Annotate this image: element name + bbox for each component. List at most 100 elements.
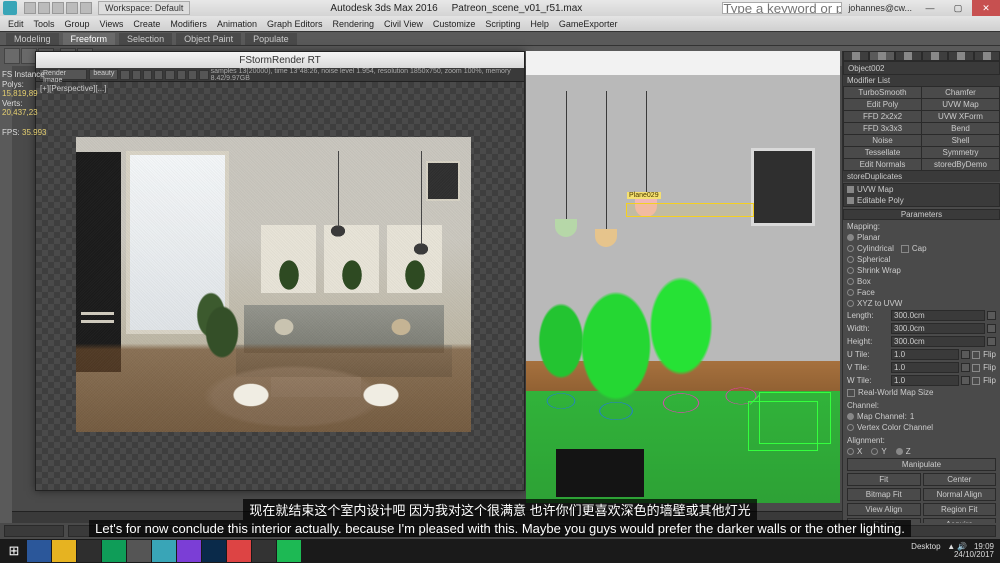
menu-civilview[interactable]: Civil View bbox=[384, 19, 423, 29]
btn-viewalign[interactable]: View Align bbox=[847, 503, 921, 516]
btn-regionfit[interactable]: Region Fit bbox=[923, 503, 997, 516]
render-tool-btn[interactable] bbox=[120, 70, 129, 80]
menu-help[interactable]: Help bbox=[530, 19, 549, 29]
task-icon[interactable] bbox=[177, 540, 201, 562]
menu-grapheditors[interactable]: Graph Editors bbox=[267, 19, 323, 29]
vtile-value[interactable]: 1.0 bbox=[891, 362, 959, 373]
ribbon-tab-selection[interactable]: Selection bbox=[119, 33, 172, 45]
user-menu[interactable]: johannes@cw... bbox=[848, 3, 912, 13]
menu-rendering[interactable]: Rendering bbox=[333, 19, 375, 29]
utile-value[interactable]: 1.0 bbox=[891, 349, 959, 360]
qat-btn[interactable] bbox=[80, 2, 92, 14]
chk-realworld[interactable] bbox=[847, 389, 855, 397]
btn-fit[interactable]: Fit bbox=[847, 473, 921, 486]
close-button[interactable]: ✕ bbox=[972, 0, 1000, 16]
render-title[interactable]: FStormRender RT bbox=[36, 52, 524, 68]
spinner-icon[interactable] bbox=[961, 363, 970, 372]
mod-btn[interactable]: UVW Map bbox=[922, 99, 999, 110]
tab-create[interactable] bbox=[843, 51, 869, 61]
workspace-selector[interactable]: Workspace: Default bbox=[98, 1, 190, 15]
radio-cylindrical[interactable] bbox=[847, 245, 854, 252]
radio-planar[interactable] bbox=[847, 234, 854, 241]
ribbon-tab-objectpaint[interactable]: Object Paint bbox=[176, 33, 241, 45]
rollout-parameters[interactable]: Parameters bbox=[843, 209, 1000, 220]
menu-modifiers[interactable]: Modifiers bbox=[170, 19, 207, 29]
btn-normalalign[interactable]: Normal Align bbox=[923, 488, 997, 501]
task-icon[interactable] bbox=[277, 540, 301, 562]
tab-display[interactable] bbox=[948, 51, 974, 61]
menu-gameexporter[interactable]: GameExporter bbox=[559, 19, 618, 29]
task-icon[interactable] bbox=[202, 540, 226, 562]
menu-scripting[interactable]: Scripting bbox=[485, 19, 520, 29]
qat-btn[interactable] bbox=[24, 2, 36, 14]
object-name-field[interactable]: Object002 bbox=[843, 61, 1000, 75]
mod-btn[interactable]: FFD 3x3x3 bbox=[844, 123, 921, 134]
mod-btn[interactable]: Chamfer bbox=[922, 87, 999, 98]
render-tool-btn[interactable] bbox=[188, 70, 197, 80]
chk-flip[interactable] bbox=[972, 364, 980, 372]
mod-btn[interactable]: Symmetry bbox=[922, 147, 999, 158]
render-tool-btn[interactable] bbox=[199, 70, 208, 80]
visibility-icon[interactable] bbox=[847, 186, 854, 193]
mod-btn[interactable]: Bend bbox=[922, 123, 999, 134]
task-icon[interactable] bbox=[102, 540, 126, 562]
radio-vcc[interactable] bbox=[847, 424, 854, 431]
status-field[interactable] bbox=[68, 525, 128, 537]
task-icon[interactable] bbox=[227, 540, 251, 562]
qat-btn[interactable] bbox=[66, 2, 78, 14]
mod-btn[interactable]: Edit Normals bbox=[844, 159, 921, 170]
render-pass-select[interactable]: beauty bbox=[89, 69, 118, 80]
stack-item[interactable]: Editable Poly bbox=[857, 196, 904, 205]
radio-box[interactable] bbox=[847, 278, 854, 285]
menu-customize[interactable]: Customize bbox=[433, 19, 476, 29]
mod-btn[interactable]: Tessellate bbox=[844, 147, 921, 158]
width-value[interactable]: 300.0cm bbox=[891, 323, 985, 334]
status-field[interactable] bbox=[4, 525, 64, 537]
radio-mapchannel[interactable] bbox=[847, 413, 854, 420]
menu-tools[interactable]: Tools bbox=[34, 19, 55, 29]
qat-btn[interactable] bbox=[38, 2, 50, 14]
length-value[interactable]: 300.0cm bbox=[891, 310, 985, 321]
wireframe-object[interactable] bbox=[748, 401, 818, 451]
windows-taskbar[interactable]: ⊞ Desktop ▲ 🔊 19:09 24/10/2017 bbox=[0, 539, 1000, 563]
render-canvas[interactable]: [+][Perspective][...] bbox=[36, 82, 524, 490]
chk-flip[interactable] bbox=[972, 377, 980, 385]
maximize-button[interactable]: ▢ bbox=[944, 0, 972, 16]
mapch-value[interactable]: 1 bbox=[910, 412, 932, 421]
modifier-stack[interactable]: UVW Map Editable Poly bbox=[843, 183, 1000, 207]
radio-shrinkwrap[interactable] bbox=[847, 267, 854, 274]
radio-xyz[interactable] bbox=[847, 300, 854, 307]
btn-center[interactable]: Center bbox=[923, 473, 997, 486]
render-tool-btn[interactable] bbox=[154, 70, 163, 80]
spinner-icon[interactable] bbox=[987, 324, 996, 333]
spinner-icon[interactable] bbox=[961, 350, 970, 359]
radio-x[interactable] bbox=[847, 448, 854, 455]
qat-btn[interactable] bbox=[52, 2, 64, 14]
modifier-group[interactable]: storeDuplicates bbox=[843, 171, 1000, 182]
tab-modify[interactable] bbox=[869, 51, 895, 61]
selection-gizmo[interactable]: Plane029 bbox=[626, 203, 754, 217]
mod-btn[interactable]: storedByDemo bbox=[922, 159, 999, 170]
render-tool-btn[interactable] bbox=[177, 70, 186, 80]
visibility-icon[interactable] bbox=[847, 197, 854, 204]
task-icon[interactable] bbox=[77, 540, 101, 562]
render-tool-btn[interactable] bbox=[143, 70, 152, 80]
tool-btn[interactable] bbox=[4, 48, 20, 64]
task-icon[interactable] bbox=[27, 540, 51, 562]
ribbon-tab-modeling[interactable]: Modeling bbox=[6, 33, 59, 45]
menu-create[interactable]: Create bbox=[133, 19, 160, 29]
menu-animation[interactable]: Animation bbox=[217, 19, 257, 29]
ribbon-tab-freeform[interactable]: Freeform bbox=[63, 33, 116, 45]
mod-btn[interactable]: TurboSmooth bbox=[844, 87, 921, 98]
tab-utilities[interactable] bbox=[974, 51, 1000, 61]
minimize-button[interactable]: — bbox=[916, 0, 944, 16]
mod-btn[interactable]: FFD 2x2x2 bbox=[844, 111, 921, 122]
modifier-list-dropdown[interactable]: Modifier List bbox=[843, 75, 1000, 86]
menu-views[interactable]: Views bbox=[100, 19, 124, 29]
render-tool-btn[interactable] bbox=[165, 70, 174, 80]
mod-btn[interactable]: Edit Poly bbox=[844, 99, 921, 110]
render-tool-btn[interactable] bbox=[132, 70, 141, 80]
mod-btn[interactable]: Shell bbox=[922, 135, 999, 146]
chk-cap[interactable] bbox=[901, 245, 909, 253]
radio-spherical[interactable] bbox=[847, 256, 854, 263]
